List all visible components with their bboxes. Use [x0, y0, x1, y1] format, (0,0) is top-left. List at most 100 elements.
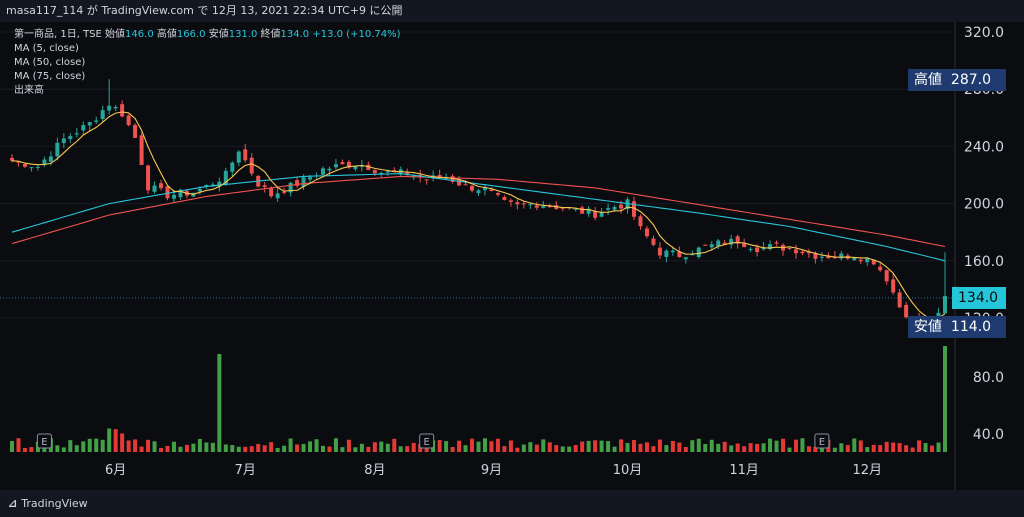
candle-body	[612, 206, 617, 210]
volume-bar	[858, 440, 863, 452]
volume-bar	[262, 445, 267, 452]
legend-ma5[interactable]: MA (5, close)	[14, 42, 79, 55]
volume-bar	[133, 439, 138, 452]
candle-body	[22, 163, 27, 167]
candle-body	[146, 165, 151, 191]
publish-header-text: masa117_114 が TradingView.com で 12月 13, …	[6, 4, 403, 17]
volume-bar	[372, 442, 377, 452]
candle-body	[683, 257, 688, 260]
high-label: 高値	[156, 29, 177, 40]
volume-bar	[761, 443, 766, 452]
candle-body	[94, 120, 99, 122]
volume-bar	[81, 441, 86, 452]
candle-body	[171, 194, 176, 199]
volume-bar	[709, 439, 714, 452]
candle-body	[126, 115, 131, 126]
candle-body	[748, 249, 753, 251]
volume-bar	[560, 446, 565, 452]
volume-bar	[768, 438, 773, 452]
candle-body	[528, 204, 533, 206]
candle-body	[884, 270, 889, 282]
earnings-marker-label: E	[424, 437, 430, 448]
y-tick-label: 240.0	[964, 139, 1004, 155]
volume-bar	[891, 442, 896, 452]
volume-bar	[366, 446, 371, 452]
candle-body	[606, 208, 611, 210]
x-tick-label: 7月	[235, 463, 256, 478]
volume-bar	[839, 443, 844, 452]
candle-body	[321, 168, 325, 175]
candle-body	[236, 151, 241, 163]
volume-bar	[437, 440, 442, 452]
volume-bar	[87, 438, 92, 452]
price-chart[interactable]: 320.0280.0240.0200.0160.0120.080.040.0 6…	[0, 22, 1024, 490]
volume-bar	[904, 445, 909, 452]
volume-bar	[722, 441, 727, 452]
legend-ma75[interactable]: MA (75, close)	[14, 70, 85, 83]
candle-body	[476, 190, 481, 194]
candle-body	[644, 228, 649, 237]
volume-bar	[878, 445, 883, 452]
candle-body	[670, 250, 675, 253]
volume-bar	[580, 441, 585, 452]
candle-body	[275, 193, 280, 199]
volume-bar	[327, 446, 332, 452]
volume-bar	[606, 441, 611, 452]
high-price-tag: 高値 287.0	[908, 69, 1006, 91]
candle-body	[580, 207, 585, 214]
legend-volume[interactable]: 出来高	[14, 84, 44, 97]
volume-bar	[586, 440, 591, 452]
earnings-marker-label: E	[819, 437, 825, 448]
volume-bar	[282, 445, 287, 452]
volume-bar	[463, 445, 468, 452]
volume-bar	[943, 346, 947, 452]
candle-body	[139, 135, 144, 165]
volume-bar	[865, 447, 870, 452]
volume-bar	[657, 439, 662, 452]
volume-bar	[651, 446, 656, 452]
candle-body	[249, 157, 254, 174]
volume-bar	[787, 447, 792, 452]
volume-bar	[729, 445, 734, 452]
candle-body	[593, 211, 598, 218]
volume-bar	[152, 441, 157, 452]
volume-bar	[930, 445, 935, 452]
volume-bar	[165, 445, 170, 452]
volume-bar	[16, 438, 21, 452]
volume-bar	[502, 446, 507, 452]
volume-bar	[359, 443, 364, 452]
candle-body	[55, 142, 60, 157]
candle-body	[74, 133, 79, 135]
volume-bar	[871, 444, 876, 452]
candle-body	[502, 197, 507, 200]
x-tick-label: 6月	[105, 463, 126, 478]
volume-bar	[120, 433, 125, 452]
volume-bar	[917, 440, 922, 452]
volume-bar	[230, 445, 235, 452]
volume-bar	[139, 446, 144, 452]
volume-bar	[619, 439, 624, 452]
volume-bar	[910, 447, 915, 452]
low-value: 131.0	[228, 29, 258, 40]
volume-bar	[301, 443, 306, 452]
candle-body	[521, 203, 526, 205]
legend-ma50[interactable]: MA (50, close)	[14, 56, 85, 69]
candle-body	[819, 256, 824, 258]
volume-bar	[385, 443, 390, 452]
volume-bar	[800, 438, 805, 452]
volume-bar	[61, 447, 66, 452]
volume-bar	[398, 446, 403, 452]
tradingview-brand[interactable]: ⊿ TradingView	[8, 497, 88, 510]
candle-body	[943, 296, 947, 314]
volume-bar	[567, 446, 572, 452]
volume-bar	[314, 439, 319, 452]
earnings-marker-label: E	[41, 437, 47, 448]
volume-bar	[100, 439, 105, 452]
volume-bar	[159, 447, 164, 452]
volume-bar	[340, 447, 345, 452]
candle-body	[619, 204, 624, 209]
volume-tick-label: 40.0	[973, 427, 1004, 443]
candle-body	[165, 186, 170, 199]
current-price-tag: 134.0	[952, 287, 1006, 309]
volume-bar	[450, 447, 455, 452]
